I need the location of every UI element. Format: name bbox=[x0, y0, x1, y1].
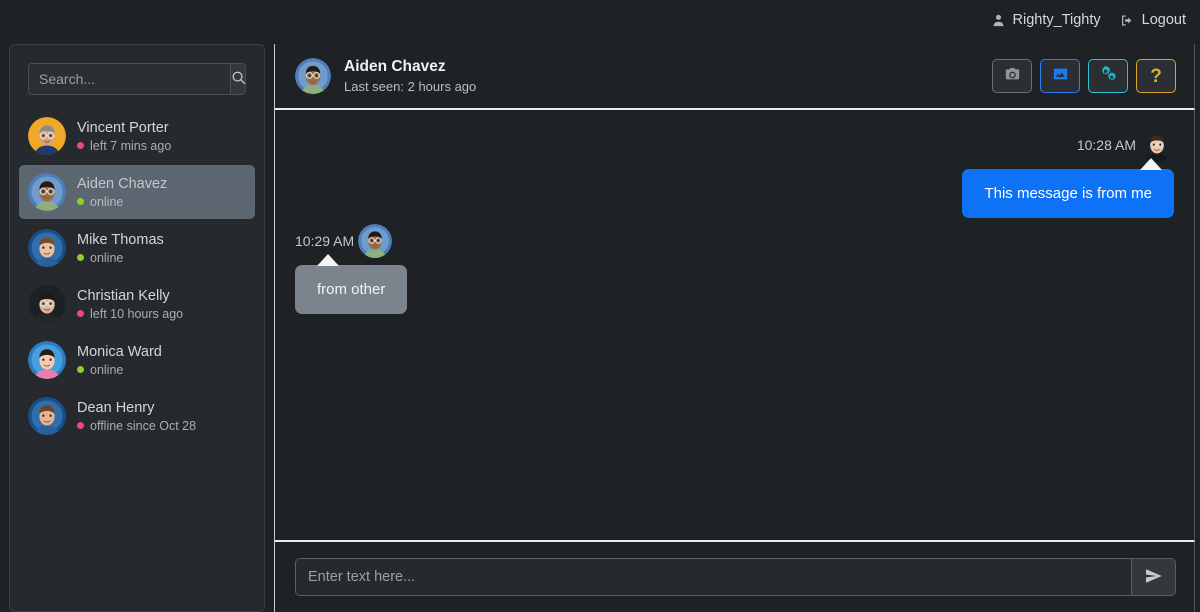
status-dot bbox=[77, 310, 84, 317]
bubble-tail bbox=[317, 254, 339, 266]
contact-name: Dean Henry bbox=[77, 399, 155, 416]
contact-name: Monica Ward bbox=[77, 343, 162, 360]
contact-item-vincent-porter[interactable]: Vincent Porter left 7 mins ago bbox=[19, 109, 255, 163]
image-button[interactable] bbox=[1040, 59, 1080, 93]
user-icon bbox=[991, 13, 1006, 28]
message-meta: 10:28 AM bbox=[1077, 128, 1174, 162]
camera-icon bbox=[1004, 66, 1021, 87]
message-bubble: This message is from me bbox=[962, 169, 1174, 218]
camera-button[interactable] bbox=[992, 59, 1032, 93]
contact-name: Christian Kelly bbox=[77, 287, 170, 304]
logout-button[interactable]: Logout bbox=[1119, 12, 1186, 28]
avatar bbox=[295, 58, 331, 94]
message-bubble: from other bbox=[295, 265, 408, 314]
help-button[interactable]: ? bbox=[1136, 59, 1176, 93]
avatar bbox=[28, 173, 66, 211]
avatar bbox=[28, 397, 66, 435]
last-seen-label: Last seen: 2 hours ago bbox=[344, 79, 477, 94]
contact-list: Vincent Porter left 7 mins ago Aiden Cha… bbox=[10, 109, 264, 443]
status-badge: left 7 mins ago bbox=[77, 139, 171, 153]
status-dot bbox=[77, 142, 84, 149]
status-label: offline since Oct 28 bbox=[90, 418, 197, 433]
composer-box bbox=[295, 558, 1176, 596]
contact-item-mike-thomas[interactable]: Mike Thomas online bbox=[19, 221, 255, 275]
search-row bbox=[28, 63, 246, 95]
contact-item-monica-ward[interactable]: Monica Ward online bbox=[19, 333, 255, 387]
message-meta: 10:29 AM bbox=[295, 224, 393, 258]
chat-peer-info: Aiden Chavez Last seen: 2 hours ago bbox=[295, 58, 476, 94]
status-label: online bbox=[90, 362, 124, 377]
message-composer bbox=[275, 542, 1195, 612]
avatar bbox=[28, 341, 66, 379]
sign-out-icon bbox=[1119, 13, 1135, 28]
send-icon bbox=[1144, 567, 1163, 588]
status-dot bbox=[77, 366, 84, 373]
avatar bbox=[1140, 128, 1174, 162]
contact-item-christian-kelly[interactable]: Christian Kelly left 10 hours ago bbox=[19, 277, 255, 331]
send-button[interactable] bbox=[1131, 559, 1175, 595]
top-bar: Righty_Tighty Logout bbox=[0, 0, 1200, 40]
contact-info: Christian Kelly left 10 hours ago bbox=[77, 288, 183, 321]
status-badge: left 10 hours ago bbox=[77, 307, 183, 321]
chat-header: Aiden Chavez Last seen: 2 hours ago ? bbox=[275, 44, 1195, 110]
app-container: Vincent Porter left 7 mins ago Aiden Cha… bbox=[0, 40, 1200, 612]
status-label: online bbox=[90, 250, 124, 265]
settings-button[interactable] bbox=[1088, 59, 1128, 93]
status-badge: offline since Oct 28 bbox=[77, 419, 196, 433]
status-label: left 7 mins ago bbox=[90, 138, 172, 153]
avatar bbox=[28, 117, 66, 155]
contact-info: Mike Thomas online bbox=[77, 232, 164, 265]
image-icon bbox=[1052, 66, 1069, 87]
avatar bbox=[28, 229, 66, 267]
contact-info: Dean Henry offline since Oct 28 bbox=[77, 400, 196, 433]
bubble-tail bbox=[1140, 158, 1162, 170]
question-icon: ? bbox=[1150, 65, 1162, 87]
search-button[interactable] bbox=[230, 64, 245, 94]
messages-area: 10:28 AM This message is from me 10:29 A… bbox=[275, 110, 1195, 542]
user-menu[interactable]: Righty_Tighty bbox=[991, 12, 1101, 28]
avatar bbox=[358, 224, 393, 258]
bubble-wrap: from other bbox=[295, 254, 408, 314]
message-input[interactable] bbox=[296, 559, 1131, 595]
contact-name: Mike Thomas bbox=[77, 231, 164, 248]
status-badge: online bbox=[77, 363, 162, 377]
contact-item-aiden-chavez[interactable]: Aiden Chavez online bbox=[19, 165, 255, 219]
page-title: Aiden Chavez bbox=[344, 58, 446, 75]
search-input[interactable] bbox=[29, 64, 230, 94]
message-time: 10:29 AM bbox=[295, 233, 355, 249]
status-label: left 10 hours ago bbox=[90, 306, 184, 321]
contacts-sidebar: Vincent Porter left 7 mins ago Aiden Cha… bbox=[9, 44, 265, 612]
avatar bbox=[28, 285, 66, 323]
chat-panel: Aiden Chavez Last seen: 2 hours ago ? 10… bbox=[274, 44, 1195, 612]
status-dot bbox=[77, 422, 84, 429]
username-label: Righty_Tighty bbox=[1012, 12, 1101, 28]
logout-label: Logout bbox=[1141, 12, 1186, 28]
search-icon bbox=[231, 70, 245, 88]
contact-info: Aiden Chavez online bbox=[77, 176, 167, 209]
message-time: 10:28 AM bbox=[1076, 137, 1136, 153]
message-out: 10:28 AM This message is from me bbox=[295, 128, 1174, 218]
message-in: 10:29 AM from other bbox=[295, 224, 1174, 314]
chat-action-buttons: ? bbox=[992, 59, 1176, 93]
contact-name: Aiden Chavez bbox=[77, 175, 168, 192]
status-badge: online bbox=[77, 195, 167, 209]
status-label: online bbox=[90, 194, 124, 209]
status-badge: online bbox=[77, 251, 164, 265]
status-dot bbox=[77, 198, 84, 205]
gears-icon bbox=[1099, 65, 1118, 87]
status-dot bbox=[77, 254, 84, 261]
bubble-wrap: This message is from me bbox=[962, 158, 1174, 218]
contact-name: Vincent Porter bbox=[77, 119, 169, 136]
contact-info: Monica Ward online bbox=[77, 344, 162, 377]
contact-item-dean-henry[interactable]: Dean Henry offline since Oct 28 bbox=[19, 389, 255, 443]
contact-info: Vincent Porter left 7 mins ago bbox=[77, 120, 171, 153]
